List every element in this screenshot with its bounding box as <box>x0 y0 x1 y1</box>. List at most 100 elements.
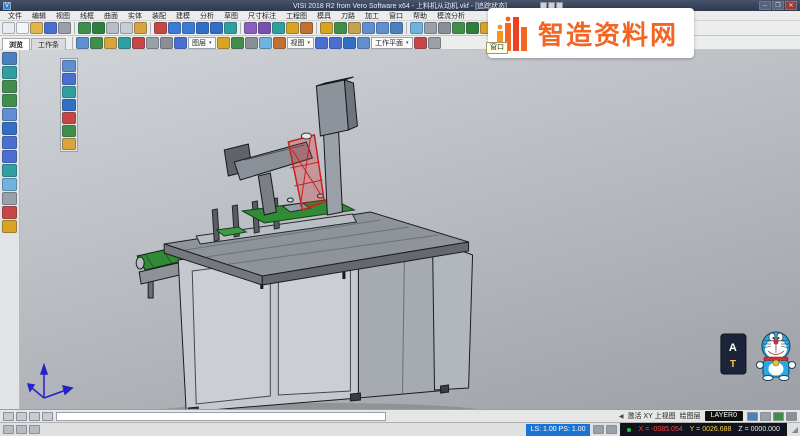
redo-icon[interactable] <box>92 22 105 34</box>
layer-visibility-icon[interactable] <box>760 412 771 421</box>
wireframe-tool-icon[interactable] <box>2 192 17 205</box>
menu-item-9[interactable]: 草图 <box>219 11 243 21</box>
top-view-tool-icon[interactable] <box>2 150 17 163</box>
save-icon[interactable] <box>44 22 57 34</box>
shell-icon[interactable] <box>286 22 299 34</box>
menu-item-1[interactable]: 编辑 <box>27 11 51 21</box>
menu-item-15[interactable]: 窗口 <box>384 11 408 21</box>
layer-off-icon[interactable] <box>245 37 258 49</box>
close-button[interactable]: ✕ <box>785 1 797 10</box>
layer-freeze-icon[interactable] <box>259 37 272 49</box>
resize-grip-icon[interactable]: ◢ <box>790 425 800 434</box>
section-tool-icon[interactable] <box>2 206 17 219</box>
view-iso-icon[interactable] <box>343 37 356 49</box>
layer-manager-icon[interactable] <box>747 412 758 421</box>
snap-toggle-icon[interactable] <box>3 412 14 421</box>
pointer-tool-icon[interactable] <box>2 52 17 65</box>
arc-icon[interactable] <box>182 22 195 34</box>
zoom-window-icon[interactable] <box>466 22 479 34</box>
menu-item-6[interactable]: 装配 <box>147 11 171 21</box>
sketch-circle-icon[interactable] <box>62 99 76 111</box>
current-layer-badge[interactable]: LAYER0 <box>705 411 743 421</box>
cad-model[interactable]: A T <box>20 50 800 409</box>
menu-item-13[interactable]: 刀路 <box>336 11 360 21</box>
trim-icon[interactable] <box>62 112 76 124</box>
menu-item-8[interactable]: 分析 <box>195 11 219 21</box>
undo-icon[interactable] <box>78 22 91 34</box>
cut-icon[interactable] <box>106 22 119 34</box>
wireframe-view-icon[interactable] <box>424 22 437 34</box>
menu-item-17[interactable]: 模流分析 <box>432 11 470 21</box>
extrude-icon[interactable] <box>244 22 257 34</box>
sweep-icon[interactable] <box>272 22 285 34</box>
layer-dropdown[interactable]: 图层 ▾ <box>188 37 216 49</box>
revolve-icon[interactable] <box>258 22 271 34</box>
layer-on-icon[interactable] <box>231 37 244 49</box>
light-tool-icon[interactable] <box>2 220 17 233</box>
menu-item-0[interactable]: 文件 <box>3 11 27 21</box>
3d-viewport[interactable]: A T <box>20 50 800 409</box>
mirror-icon[interactable] <box>362 22 375 34</box>
maximize-button[interactable]: ❐ <box>772 1 784 10</box>
tab-workbar[interactable]: 工作条 <box>31 38 66 50</box>
history-icon[interactable] <box>16 425 27 434</box>
line-icon[interactable] <box>168 22 181 34</box>
vertex-select-icon[interactable] <box>132 37 145 49</box>
view-top-icon[interactable] <box>315 37 328 49</box>
isolate-icon[interactable] <box>146 37 159 49</box>
rectangle-icon[interactable] <box>210 22 223 34</box>
filter-select-icon[interactable] <box>76 37 89 49</box>
rotate-view-tool-icon[interactable] <box>2 122 17 135</box>
pan-tool-icon[interactable] <box>2 66 17 79</box>
workplane-custom-icon[interactable] <box>428 37 441 49</box>
command-input[interactable] <box>56 412 386 421</box>
menu-item-10[interactable]: 尺寸标注 <box>243 11 281 21</box>
menu-item-11[interactable]: 工程图 <box>281 11 312 21</box>
macro-icon[interactable] <box>29 425 40 434</box>
open-file-icon[interactable] <box>30 22 43 34</box>
point-icon[interactable] <box>154 22 167 34</box>
view-back-icon[interactable] <box>357 37 370 49</box>
print-icon[interactable] <box>58 22 71 34</box>
layer-new-icon[interactable] <box>217 37 230 49</box>
zoom-out-tool-icon[interactable] <box>2 94 17 107</box>
show-all-icon[interactable] <box>174 37 187 49</box>
minimize-button[interactable]: ─ <box>759 1 771 10</box>
osnap-toggle-icon[interactable] <box>42 412 53 421</box>
edge-select-icon[interactable] <box>118 37 131 49</box>
menu-item-2[interactable]: 视图 <box>51 11 75 21</box>
menu-item-7[interactable]: 建模 <box>171 11 195 21</box>
sketch-point-icon[interactable] <box>62 60 76 72</box>
measure-icon[interactable] <box>348 22 361 34</box>
copy-icon[interactable] <box>120 22 133 34</box>
menu-item-14[interactable]: 加工 <box>360 11 384 21</box>
layers-icon[interactable] <box>320 22 333 34</box>
new-file-icon[interactable] <box>16 22 29 34</box>
hidden-line-icon[interactable] <box>438 22 451 34</box>
shaded-view-icon[interactable] <box>410 22 423 34</box>
wcs-icon[interactable] <box>334 22 347 34</box>
face-select-icon[interactable] <box>104 37 117 49</box>
menu-item-5[interactable]: 实体 <box>123 11 147 21</box>
grid-toggle-icon[interactable] <box>16 412 27 421</box>
boolean-icon[interactable] <box>300 22 313 34</box>
shade-tool-icon[interactable] <box>2 178 17 191</box>
menu-item-12[interactable]: 模具 <box>312 11 336 21</box>
highlighted-part[interactable] <box>288 133 324 210</box>
hide-icon[interactable] <box>160 37 173 49</box>
sketch-line-icon[interactable] <box>62 73 76 85</box>
iso-view-tool-icon[interactable] <box>2 164 17 177</box>
select-arrow-icon[interactable] <box>2 22 15 34</box>
workplane-dropdown[interactable]: 工作平面 ▾ <box>371 37 413 49</box>
circle-icon[interactable] <box>196 22 209 34</box>
view-dropdown[interactable]: 视图 ▾ <box>287 37 315 49</box>
spline-icon[interactable] <box>224 22 237 34</box>
menu-item-4[interactable]: 曲面 <box>99 11 123 21</box>
back-arrow-icon[interactable]: ◀ <box>619 413 624 420</box>
ortho-toggle-icon[interactable] <box>29 412 40 421</box>
mode-icon[interactable] <box>606 425 617 434</box>
move-icon[interactable] <box>390 22 403 34</box>
settings-icon[interactable] <box>786 412 797 421</box>
menu-item-3[interactable]: 线框 <box>75 11 99 21</box>
chamfer-icon[interactable] <box>62 138 76 150</box>
